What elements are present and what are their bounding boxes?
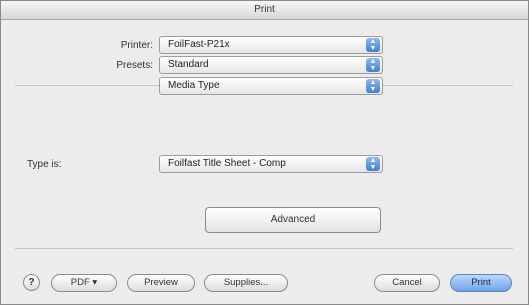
cancel-button[interactable]: Cancel xyxy=(374,274,440,292)
print-dialog: Print Printer: FoilFast-P21x ▲ ▼ Presets:… xyxy=(0,0,529,305)
presets-label: Presets: xyxy=(116,60,153,71)
window-title: Print xyxy=(1,1,528,20)
presets-select[interactable]: Standard ▲ ▼ xyxy=(159,56,383,74)
pdf-button[interactable]: PDF ▾ xyxy=(51,274,117,292)
printer-select-value: FoilFast-P21x xyxy=(168,39,230,50)
updown-arrows-icon: ▲ ▼ xyxy=(366,157,380,171)
updown-arrows-icon: ▲ ▼ xyxy=(366,38,380,52)
footer-divider xyxy=(15,248,513,249)
supplies-button[interactable]: Supplies... xyxy=(204,274,288,292)
advanced-button[interactable]: Advanced xyxy=(205,207,381,233)
question-mark-icon[interactable]: ? xyxy=(23,274,40,291)
updown-arrows-icon: ▲ ▼ xyxy=(366,58,380,72)
printer-label: Printer: xyxy=(120,40,153,51)
media-type-label: Type is: xyxy=(27,159,62,170)
preview-button[interactable]: Preview xyxy=(127,274,195,292)
panel-select-value: Media Type xyxy=(168,80,220,91)
print-button[interactable]: Print xyxy=(450,274,512,292)
printer-select[interactable]: FoilFast-P21x ▲ ▼ xyxy=(159,36,383,54)
media-type-select-value: Foilfast Title Sheet - Comp xyxy=(168,158,286,169)
panel-select[interactable]: Media Type ▲ ▼ xyxy=(159,77,383,95)
presets-select-value: Standard xyxy=(168,59,209,70)
media-type-select[interactable]: Foilfast Title Sheet - Comp ▲ ▼ xyxy=(159,155,383,173)
updown-arrows-icon: ▲ ▼ xyxy=(366,79,380,93)
